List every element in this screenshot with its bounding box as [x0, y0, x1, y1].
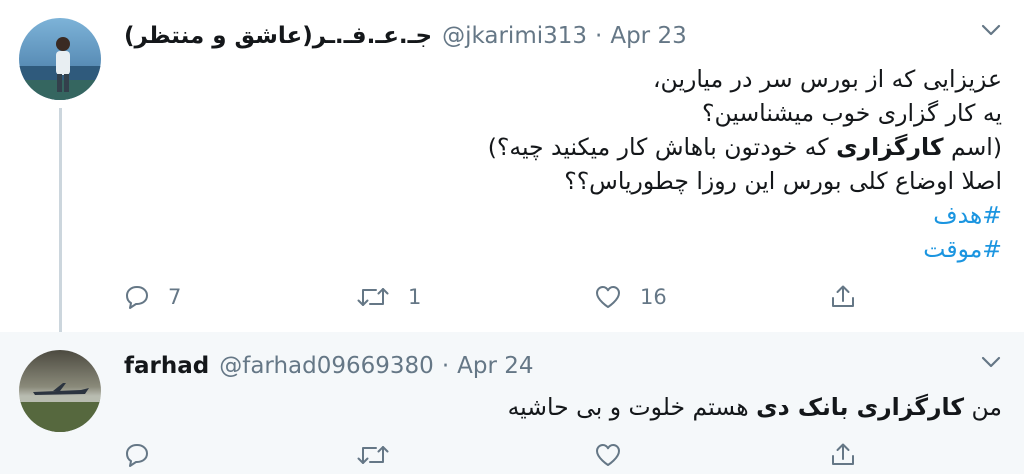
tweet-line: من کارگزاری بانک دی هستم خلوت و بی حاشیه [142, 390, 1002, 424]
bold-text: کارگزاری [836, 133, 944, 161]
tweet-line: (اسم کارگزاری که خودتون باهاش کار میکنید… [142, 130, 1002, 164]
thread-line [59, 108, 62, 338]
hashtag-link[interactable]: #موقت [142, 232, 1002, 266]
user-handle[interactable]: @farhad09669380 [219, 353, 434, 379]
reply-button[interactable]: 7 [124, 280, 181, 314]
share-icon [832, 285, 854, 307]
tweet-line: عزیزایی که از بورس سر در میارین، [652, 65, 1002, 93]
like-icon [596, 444, 620, 466]
tweet-actions [124, 438, 884, 472]
share-icon [832, 443, 854, 465]
retweet-button[interactable]: 1 [356, 280, 421, 314]
share-button[interactable] [830, 438, 856, 472]
tweet-text: من کارگزاری بانک دی هستم خلوت و بی حاشیه [142, 390, 1002, 424]
display-name[interactable]: جـ.عـ.فـ.ـر(عاشق و منتظر) [124, 23, 432, 49]
retweet-icon [357, 288, 389, 306]
chevron-down-icon[interactable] [980, 354, 1002, 370]
like-button[interactable] [594, 438, 622, 472]
share-button[interactable] [830, 280, 856, 314]
reply-icon [126, 286, 148, 309]
retweet-count: 1 [408, 285, 422, 309]
like-icon [596, 286, 620, 308]
tweet-header: farhad @farhad09669380 · Apr 24 [124, 352, 534, 380]
bold-text: کارگزاری بانک دی [756, 393, 965, 421]
display-name[interactable]: farhad [124, 353, 209, 379]
separator: · [441, 353, 450, 379]
reply-button[interactable] [124, 438, 150, 472]
retweet-button[interactable] [356, 438, 390, 472]
text-segment: من [964, 393, 1002, 421]
tweet-line: یه کار گزاری خوب میشناسین؟ [702, 99, 1002, 127]
text-segment: هستم خلوت و بی حاشیه [507, 393, 757, 421]
tweet-text: عزیزایی که از بورس سر در میارین، یه کار … [142, 62, 1002, 266]
chevron-down-icon[interactable] [980, 22, 1002, 38]
tweet-date[interactable]: Apr 23 [610, 23, 686, 49]
tweet-actions: 7 1 16 [124, 280, 884, 314]
hashtag-link[interactable]: #هدف [142, 198, 1002, 232]
reply-icon [126, 444, 148, 467]
tweet-main[interactable]: جـ.عـ.فـ.ـر(عاشق و منتظر) @jkarimi313 · … [0, 0, 1024, 338]
separator: · [595, 23, 603, 49]
user-handle[interactable]: @jkarimi313 [442, 23, 587, 49]
avatar[interactable] [19, 350, 101, 432]
retweet-icon [357, 446, 389, 464]
like-count: 16 [640, 285, 667, 309]
reply-count: 7 [168, 285, 182, 309]
text-segment: که خودتون باهاش کار میکنید چیه؟) [487, 133, 837, 161]
tweet-line: اصلا اوضاع کلی بورس این روزا چطوریاس؟؟ [564, 167, 1002, 195]
tweet-date[interactable]: Apr 24 [457, 353, 533, 379]
like-button[interactable]: 16 [594, 280, 667, 314]
text-segment: (اسم [943, 133, 1002, 161]
avatar[interactable] [19, 18, 101, 100]
tweet-header: جـ.عـ.فـ.ـر(عاشق و منتظر) @jkarimi313 · … [124, 22, 687, 50]
